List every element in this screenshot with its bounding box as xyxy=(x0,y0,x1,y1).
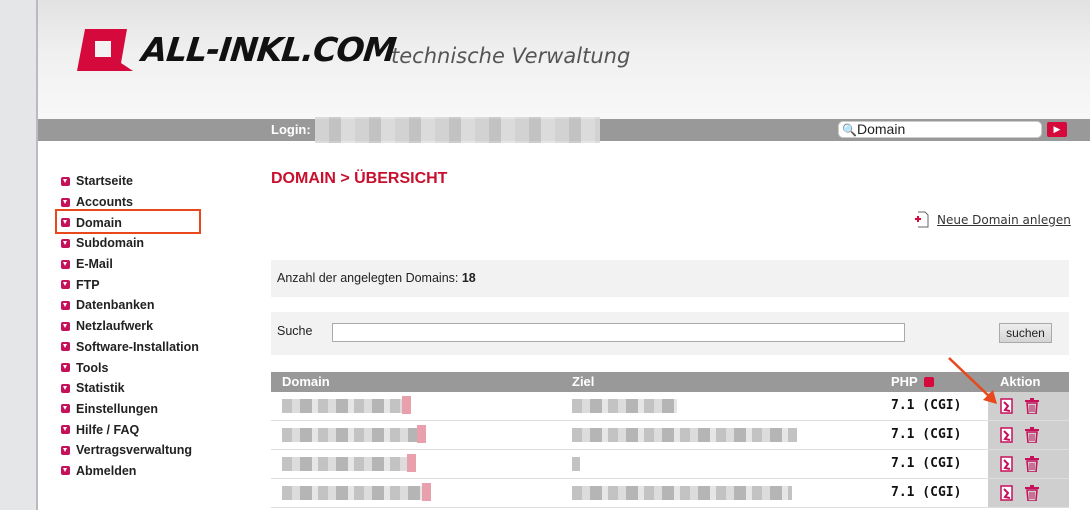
bullet-icon xyxy=(61,300,70,310)
brand-subtitle: technische Verwaltung xyxy=(391,44,631,68)
sidebar-item-label: Accounts xyxy=(76,195,133,210)
sidebar-item-vertragsverwaltung[interactable]: Vertragsverwaltung xyxy=(61,440,199,461)
column-header-domain[interactable]: Domain xyxy=(282,374,330,389)
bullet-icon xyxy=(61,425,70,435)
delete-icon[interactable] xyxy=(1024,485,1040,501)
domain-count-label: Anzahl der angelegten Domains: xyxy=(277,271,459,285)
bullet-icon xyxy=(61,445,70,455)
sidebar-item-label: Einstellungen xyxy=(76,401,158,416)
domain-count-panel: Anzahl der angelegten Domains: 18 xyxy=(271,260,1069,297)
sidebar-item-datenbanken[interactable]: Datenbanken xyxy=(61,295,199,316)
delete-icon[interactable] xyxy=(1024,427,1040,443)
column-header-aktion: Aktion xyxy=(1000,374,1041,389)
php-help-icon[interactable] xyxy=(924,377,934,387)
login-value-redacted xyxy=(315,117,600,143)
domain-redacted[interactable] xyxy=(282,428,417,442)
row-actions xyxy=(988,421,1069,449)
row-actions xyxy=(988,479,1069,507)
login-label: Login: xyxy=(271,122,311,137)
edit-icon[interactable] xyxy=(1000,456,1014,472)
redaction-artifact xyxy=(417,425,426,443)
brand-logo: ALL-INKL.COM xyxy=(139,30,398,69)
domain-redacted[interactable] xyxy=(282,457,407,471)
sidebar-item-label: Statistik xyxy=(76,381,125,396)
global-search-input[interactable]: 🔍 Domain xyxy=(838,121,1042,138)
sidebar-item-label: Hilfe / FAQ xyxy=(76,422,140,437)
bullet-icon xyxy=(61,280,70,290)
sidebar-item-email[interactable]: E-Mail xyxy=(61,254,199,275)
delete-icon[interactable] xyxy=(1024,398,1040,414)
bullet-icon xyxy=(61,466,70,476)
bullet-icon xyxy=(61,176,70,186)
target-redacted xyxy=(572,399,677,413)
global-search-value: Domain xyxy=(857,121,906,137)
annotation-highlight-box xyxy=(55,209,201,234)
new-domain-link[interactable]: Neue Domain anlegen xyxy=(914,211,1071,228)
edit-icon[interactable] xyxy=(1000,427,1014,443)
redaction-artifact xyxy=(422,483,431,501)
redaction-artifact xyxy=(402,396,411,414)
search-button[interactable]: suchen xyxy=(999,323,1052,343)
column-header-php[interactable]: PHP xyxy=(891,374,934,389)
domain-search-panel: Suche suchen xyxy=(271,312,1069,355)
add-document-icon xyxy=(915,211,929,228)
edit-icon[interactable] xyxy=(1000,485,1014,501)
sidebar-item-abmelden[interactable]: Abmelden xyxy=(61,461,199,482)
sidebar-item-subdomain[interactable]: Subdomain xyxy=(61,233,199,254)
bullet-icon xyxy=(61,197,70,207)
sidebar-item-ftp[interactable]: FTP xyxy=(61,274,199,295)
sidebar-item-netzlaufwerk[interactable]: Netzlaufwerk xyxy=(61,316,199,337)
php-version: 7.1 (CGI) xyxy=(891,485,962,500)
domain-search-input[interactable] xyxy=(332,323,905,342)
sidebar-item-label: Datenbanken xyxy=(76,298,155,313)
sidebar-item-label: Tools xyxy=(76,360,109,375)
bullet-icon xyxy=(61,238,70,248)
sidebar-item-software-installation[interactable]: Software-Installation xyxy=(61,337,199,358)
column-header-php-label: PHP xyxy=(891,374,918,389)
php-version: 7.1 (CGI) xyxy=(891,427,962,442)
sidebar-item-label: Netzlaufwerk xyxy=(76,319,154,334)
delete-icon[interactable] xyxy=(1024,456,1040,472)
domain-redacted[interactable] xyxy=(282,399,407,413)
sidebar-item-label: Subdomain xyxy=(76,236,145,251)
column-header-ziel[interactable]: Ziel xyxy=(572,374,594,389)
bullet-icon xyxy=(61,259,70,269)
bullet-icon xyxy=(61,321,70,331)
sidebar-item-einstellungen[interactable]: Einstellungen xyxy=(61,399,199,420)
sidebar-item-label: Abmelden xyxy=(76,463,137,478)
target-redacted xyxy=(572,486,792,500)
page-title: DOMAIN > ÜBERSICHT xyxy=(271,170,448,187)
bullet-icon xyxy=(61,404,70,414)
domain-redacted[interactable] xyxy=(282,486,427,500)
sidebar-item-label: Software-Installation xyxy=(76,339,199,354)
new-domain-label[interactable]: Neue Domain anlegen xyxy=(937,213,1071,227)
table-row: 7.1 (CGI) xyxy=(271,450,1069,479)
domain-count-value: 18 xyxy=(461,271,476,285)
search-label: Suche xyxy=(277,324,313,338)
bullet-icon xyxy=(61,363,70,373)
redaction-artifact xyxy=(407,454,416,472)
sidebar-item-label: Vertragsverwaltung xyxy=(76,443,193,458)
annotation-arrow-icon xyxy=(948,357,997,404)
left-gutter xyxy=(0,0,38,510)
sidebar-item-label: Startseite xyxy=(76,174,133,189)
search-icon: 🔍 xyxy=(842,123,857,137)
sidebar-item-label: E-Mail xyxy=(76,257,113,272)
sidebar-item-statistik[interactable]: Statistik xyxy=(61,378,199,399)
table-row: 7.1 (CGI) xyxy=(271,479,1069,508)
sidebar-item-hilfe-faq[interactable]: Hilfe / FAQ xyxy=(61,419,199,440)
bullet-icon xyxy=(61,342,70,352)
sidebar-item-startseite[interactable]: Startseite xyxy=(61,171,199,192)
target-redacted xyxy=(572,428,797,442)
logo-icon xyxy=(77,29,133,71)
table-row: 7.1 (CGI) xyxy=(271,421,1069,450)
row-actions xyxy=(988,450,1069,478)
target-redacted xyxy=(572,457,580,471)
sidebar-item-label: FTP xyxy=(76,277,100,292)
bullet-icon xyxy=(61,383,70,393)
php-version: 7.1 (CGI) xyxy=(891,456,962,471)
sidebar-item-tools[interactable]: Tools xyxy=(61,357,199,378)
global-search-go-button[interactable]: ▶ xyxy=(1047,122,1067,137)
